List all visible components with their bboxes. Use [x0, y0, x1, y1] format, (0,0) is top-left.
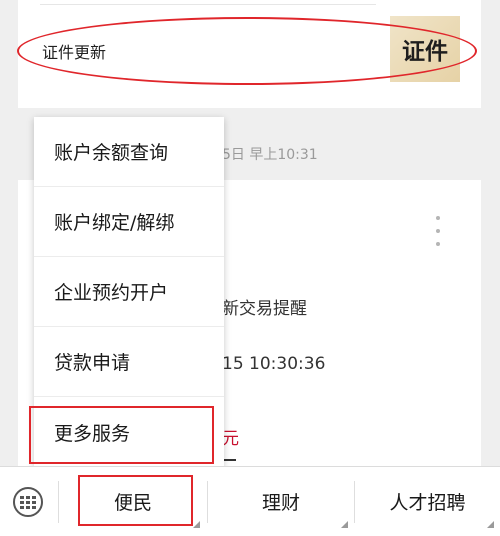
menu-item-label: 贷款申请	[54, 352, 131, 374]
menu-item-enterprise-account[interactable]: 企业预约开户	[34, 257, 224, 327]
message-datetime: 15 10:30:36	[222, 354, 326, 374]
message-title: 新交易提醒	[222, 299, 307, 319]
text-fragment-dash	[222, 459, 236, 461]
menu-item-label: 账户余额查询	[54, 142, 169, 164]
tab-label: 理财	[261, 492, 300, 514]
menu-item-account-binding[interactable]: 账户绑定/解绑	[34, 187, 224, 257]
message-amount: 元	[222, 429, 239, 449]
menu-item-label: 企业预约开户	[54, 282, 169, 304]
menu-item-balance-query[interactable]: 账户余额查询	[34, 117, 224, 187]
message-timestamp: 5日 早上10:31	[222, 147, 318, 163]
divider	[58, 481, 59, 523]
tab-wealth-management[interactable]: 理财	[208, 467, 354, 536]
submenu-indicator-icon	[193, 521, 200, 528]
keyboard-icon[interactable]	[13, 487, 43, 517]
more-options-icon[interactable]	[428, 216, 448, 246]
divider	[40, 4, 376, 5]
tab-recruitment[interactable]: 人才招聘	[355, 467, 500, 536]
bottom-menu-bar: 便民 理财 人才招聘	[0, 466, 500, 536]
menu-item-label: 账户绑定/解绑	[54, 212, 175, 234]
highlight-box-more-services	[29, 406, 214, 464]
menu-item-loan-application[interactable]: 贷款申请	[34, 327, 224, 397]
highlight-box-convenience-tab	[78, 475, 193, 526]
highlight-ellipse	[17, 17, 477, 85]
tab-label: 人才招聘	[389, 492, 466, 514]
submenu-indicator-icon	[487, 521, 494, 528]
submenu-indicator-icon	[341, 521, 348, 528]
